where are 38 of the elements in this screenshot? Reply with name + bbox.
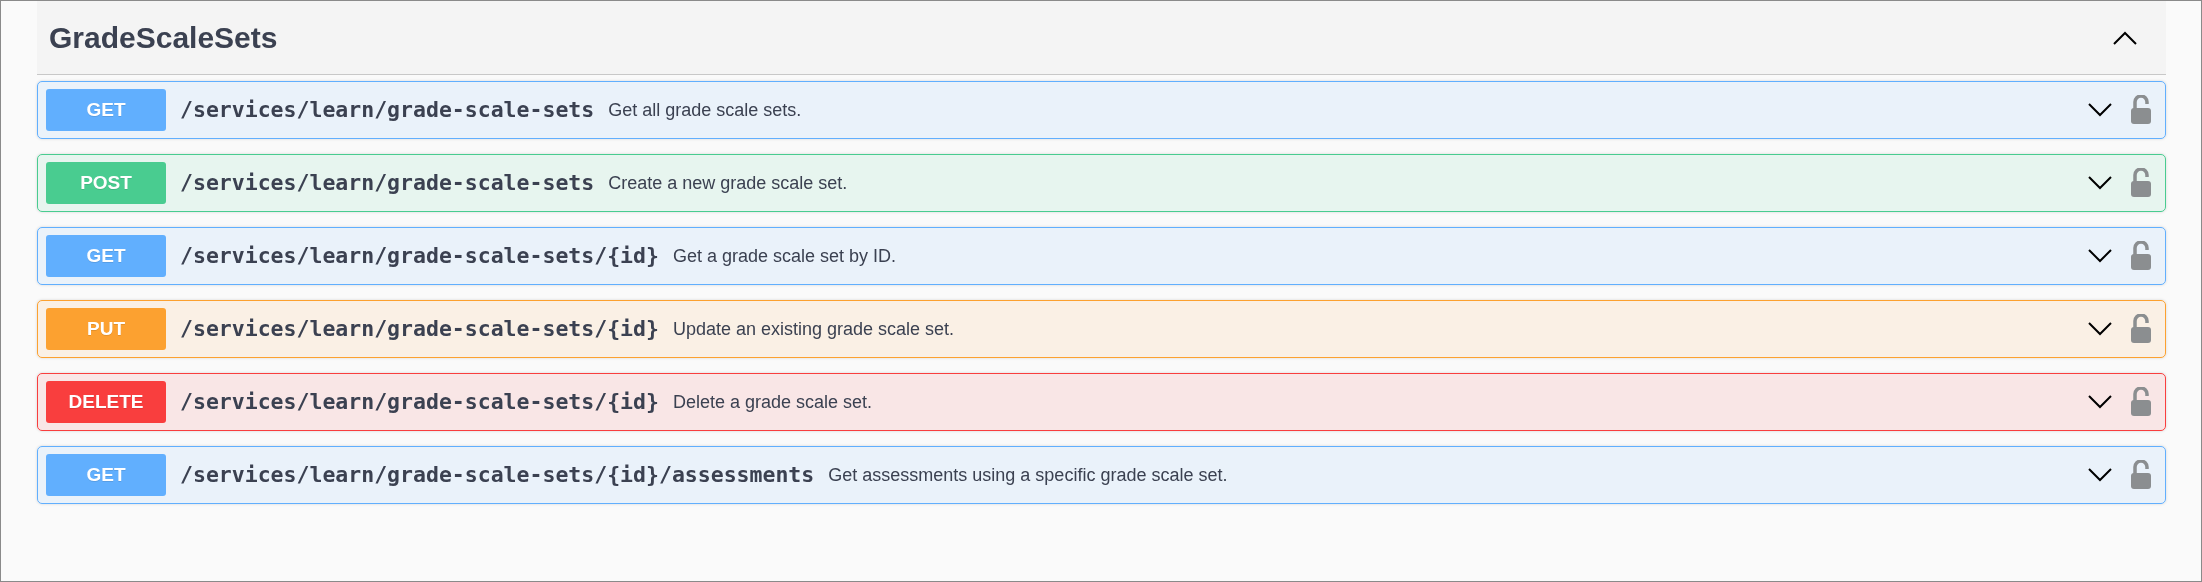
unlocked-icon[interactable] <box>2129 95 2153 125</box>
unlocked-icon[interactable] <box>2129 460 2153 490</box>
unlocked-icon[interactable] <box>2129 241 2153 271</box>
operation-row[interactable]: POST /services/learn/grade-scale-sets Create a new grade scale set. <box>37 154 2166 212</box>
endpoint-summary: Get a grade scale set by ID. <box>672 244 897 268</box>
operation-row[interactable]: PUT /services/learn/grade-scale-sets/{id} Update an existing grade scale set. <box>37 300 2166 358</box>
endpoint-path: /services/learn/grade-scale-sets/{id}/assessments <box>180 460 815 489</box>
unlocked-icon[interactable] <box>2129 314 2153 344</box>
expand-icon[interactable] <box>2087 102 2113 118</box>
section-title[interactable]: GradeScaleSets <box>49 19 278 56</box>
endpoint-path: /services/learn/grade-scale-sets/{id} <box>180 241 659 270</box>
expand-icon[interactable] <box>2087 175 2113 191</box>
method-badge: GET <box>46 89 166 131</box>
expand-icon[interactable] <box>2087 321 2113 337</box>
endpoint-summary: Create a new grade scale set. <box>608 171 848 195</box>
endpoint-summary: Get all grade scale sets. <box>608 98 802 122</box>
unlocked-icon[interactable] <box>2129 387 2153 417</box>
operation-row[interactable]: DELETE /services/learn/grade-scale-sets/{id} Delete a grade scale set. <box>37 373 2166 431</box>
endpoint-summary: Delete a grade scale set. <box>672 390 873 414</box>
endpoint-summary: Update an existing grade scale set. <box>672 317 955 341</box>
operation-row[interactable]: GET /services/learn/grade-scale-sets Get all grade scale sets. <box>37 81 2166 139</box>
endpoint-path: /services/learn/grade-scale-sets <box>180 95 595 124</box>
operation-row[interactable]: GET /services/learn/grade-scale-sets/{id} Get a grade scale set by ID. <box>37 227 2166 285</box>
method-badge: POST <box>46 162 166 204</box>
method-badge: GET <box>46 235 166 277</box>
expand-icon[interactable] <box>2087 248 2113 264</box>
unlocked-icon[interactable] <box>2129 168 2153 198</box>
expand-icon[interactable] <box>2087 394 2113 410</box>
method-badge: PUT <box>46 308 166 350</box>
method-badge: DELETE <box>46 381 166 423</box>
operation-row[interactable]: GET /services/learn/grade-scale-sets/{id}/assessments Get assessments using a specific grade scale set. <box>37 446 2166 504</box>
endpoint-path: /services/learn/grade-scale-sets <box>180 168 595 197</box>
expand-icon[interactable] <box>2087 467 2113 483</box>
endpoint-path: /services/learn/grade-scale-sets/{id} <box>180 387 659 416</box>
endpoint-summary: Get assessments using a specific grade scale set. <box>828 463 1228 487</box>
collapse-icon[interactable] <box>2112 30 2138 47</box>
method-badge: GET <box>46 454 166 496</box>
endpoint-path: /services/learn/grade-scale-sets/{id} <box>180 314 659 343</box>
